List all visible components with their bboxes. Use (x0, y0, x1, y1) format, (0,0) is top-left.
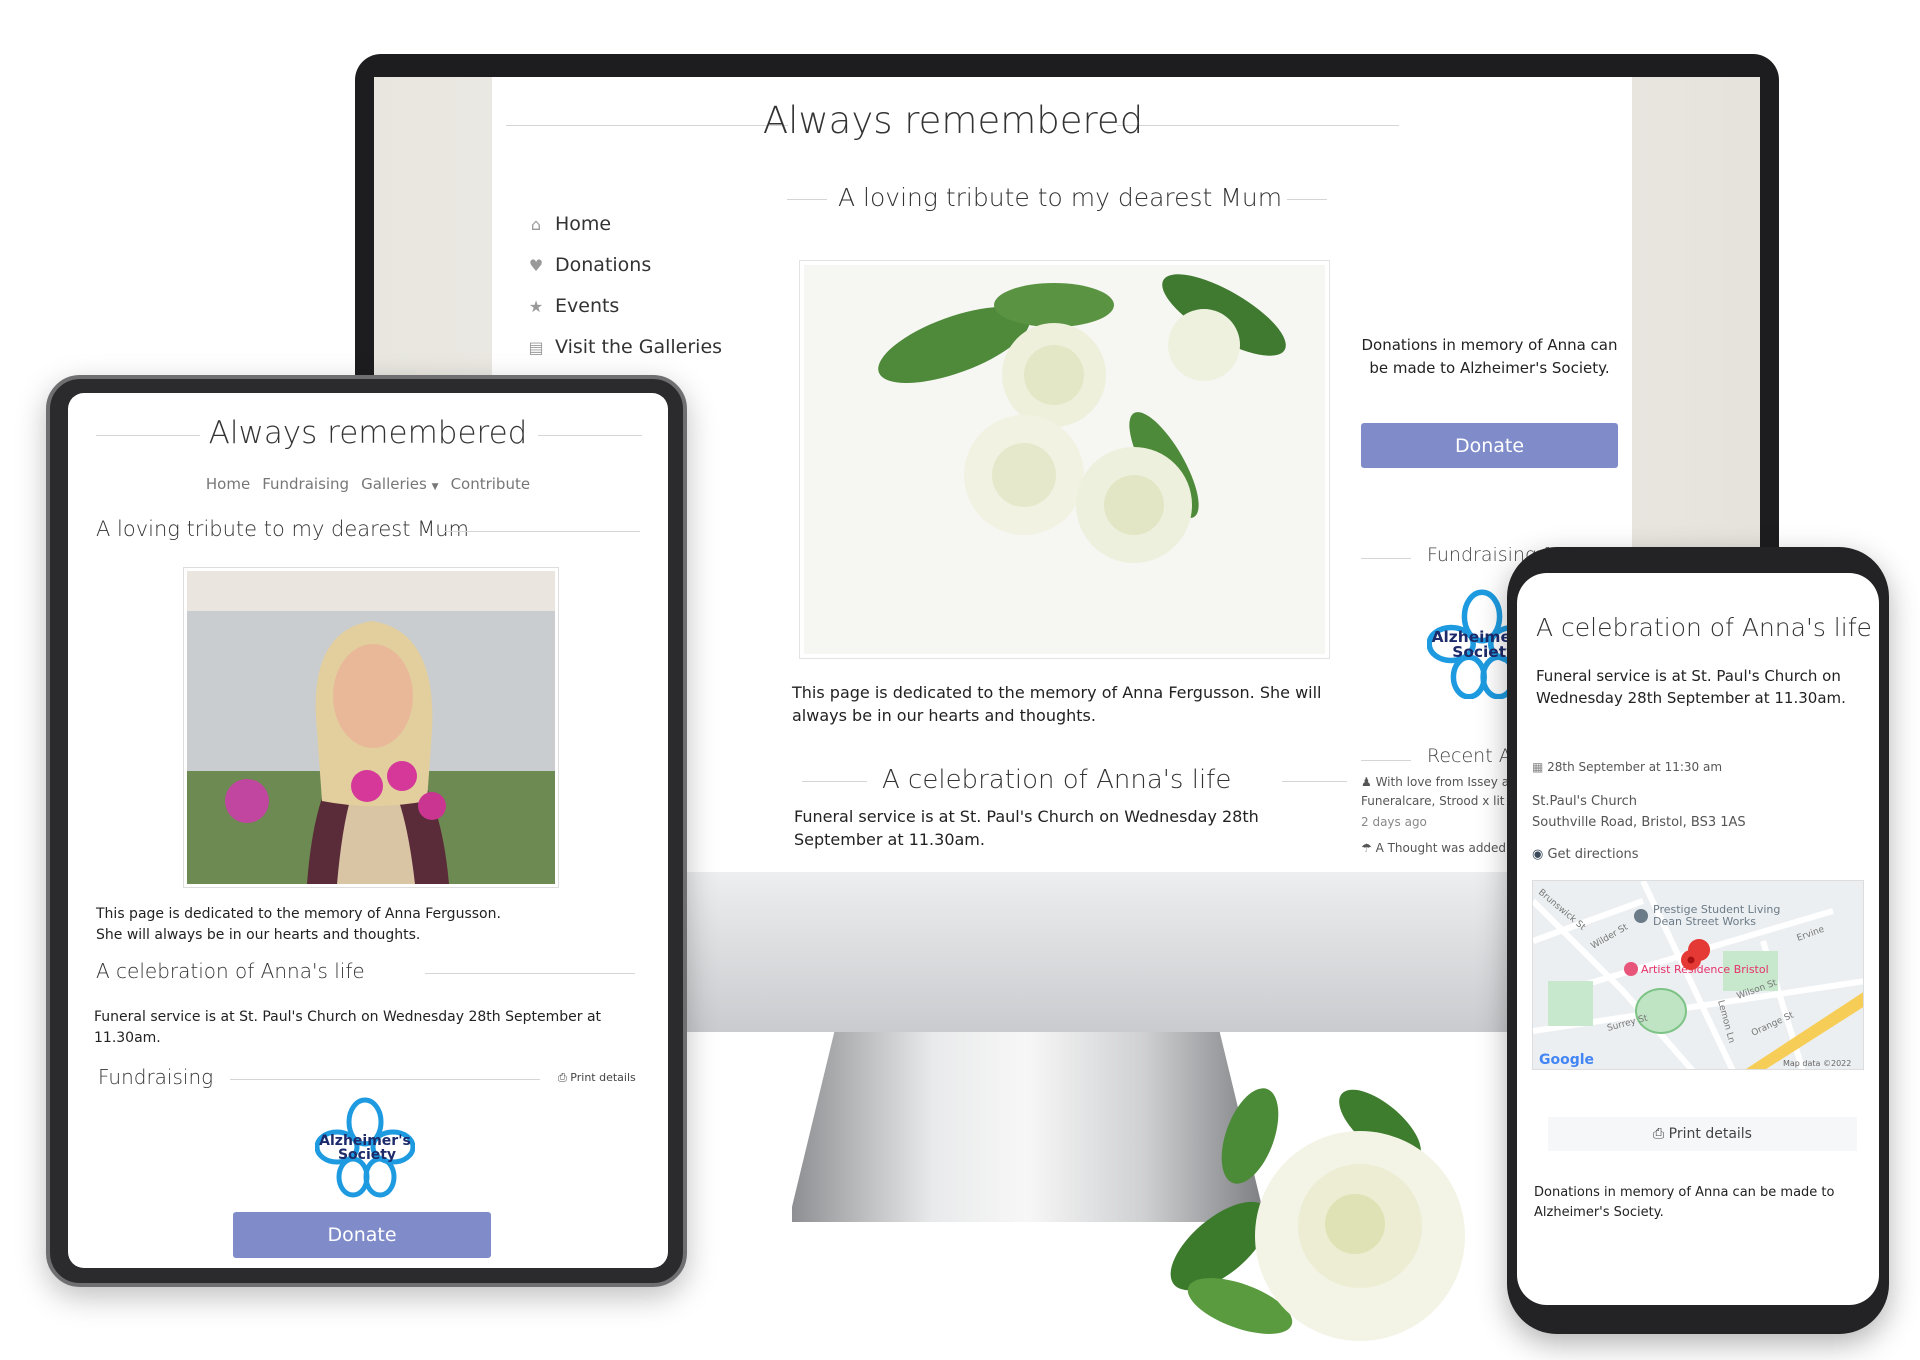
nav-fundraising[interactable]: Fundraising (262, 475, 349, 493)
nav-label: Visit the Galleries (555, 336, 723, 358)
funeral-text: Funeral service is at St. Paul's Church … (1536, 667, 1846, 707)
portrait-photo (183, 567, 559, 888)
nav-contribute[interactable]: Contribute (451, 475, 531, 493)
white-rose-decoration (1150, 1076, 1530, 1360)
dedication-text: This page is dedicated to the memory of … (792, 683, 1322, 725)
fundraising-heading: Fundraising (98, 1065, 214, 1089)
print-label: Print details (570, 1071, 636, 1084)
map-label: Dean Street Works (1653, 915, 1756, 928)
recent-activity-heading: Recent A (1427, 745, 1512, 767)
nav-events[interactable]: ★ Events (527, 295, 620, 317)
dedication-text: This page is dedicated to the memory of … (96, 906, 501, 943)
recent-text: With love from Issey a (1375, 775, 1510, 789)
google-logo: Google (1539, 1052, 1594, 1068)
nav-label: Donations (555, 254, 652, 276)
home-icon: ⌂ (530, 214, 542, 234)
venue-name: St.Paul's Church (1532, 794, 1638, 809)
phone-device: A celebration of Anna's life Funeral ser… (1507, 547, 1889, 1334)
roses-photo (799, 260, 1330, 659)
nav-home[interactable]: ⌂ Home (527, 213, 611, 235)
funeral-text: Funeral service is at St. Paul's Church … (794, 807, 1259, 849)
nav-label: Galleries (361, 475, 427, 493)
donate-button[interactable]: Donate (1361, 423, 1618, 468)
tablet-nav: Home Fundraising Galleries ▼ Contribute (68, 475, 668, 493)
phone-screen: A celebration of Anna's life Funeral ser… (1517, 573, 1879, 1305)
donations-text: Donations in memory of Anna can be made … (1534, 1185, 1835, 1220)
heart-icon: ♥ (528, 255, 544, 275)
person-icon: ♟ (1361, 775, 1376, 789)
nav-galleries[interactable]: ▤ Visit the Galleries (527, 336, 722, 358)
nav-label: Events (555, 295, 620, 317)
venue-address: Southville Road, Bristol, BS3 1AS (1532, 815, 1746, 830)
charity-logo: Alzheimer's Society (314, 1095, 416, 1203)
page-title: Always remembered (762, 99, 1144, 142)
celebration-heading: A celebration of Anna's life (1536, 613, 1872, 642)
gallery-icon: ▤ (528, 337, 544, 357)
caret-down-icon: ▼ (431, 482, 439, 492)
tablet-device: Always remembered Home Fundraising Galle… (46, 375, 687, 1287)
nav-donations[interactable]: ♥ Donations (527, 254, 651, 276)
printer-icon: ⎙ (558, 1071, 571, 1084)
directions-label: Get directions (1547, 847, 1639, 862)
thought-icon: ☂ (1361, 841, 1376, 855)
print-details-button[interactable]: ⎙ Print details (1548, 1117, 1857, 1151)
nav-label: Home (555, 213, 612, 235)
donate-button[interactable]: Donate (233, 1212, 491, 1258)
page-subtitle: A loving tribute to my dearest Mum (838, 183, 1283, 212)
navigation-icon: ◉ (1532, 847, 1548, 862)
tablet-screen: Always remembered Home Fundraising Galle… (68, 393, 668, 1268)
donations-text: Donations in memory of Anna can be made … (1361, 336, 1618, 377)
page-title: Always remembered (208, 415, 528, 451)
svg-text:Society: Society (338, 1147, 396, 1163)
nav-home[interactable]: Home (206, 475, 250, 493)
star-icon: ★ (528, 296, 544, 316)
recent-item[interactable]: ☂ A Thought was added (1361, 839, 1506, 858)
funeral-text: Funeral service is at St. Paul's Church … (94, 1009, 602, 1046)
nav-galleries[interactable]: Galleries ▼ (361, 475, 438, 493)
calendar-icon: ▦ (1532, 760, 1548, 774)
event-date: ▦ 28th September at 11:30 am (1532, 758, 1722, 777)
location-map[interactable]: Prestige Student Living Dean Street Work… (1532, 880, 1864, 1070)
map-attribution: Map data ©2022 (1783, 1059, 1851, 1068)
printer-icon: ⎙ (1653, 1126, 1669, 1142)
page-subtitle: A loving tribute to my dearest Mum (96, 517, 470, 541)
celebration-heading: A celebration of Anna's life (882, 765, 1232, 795)
print-details-button[interactable]: ⎙ Print details (558, 1071, 636, 1085)
print-label: Print details (1668, 1126, 1752, 1142)
map-label: Artist Residence Bristol (1641, 963, 1769, 976)
celebration-heading: A celebration of Anna's life (96, 959, 365, 983)
get-directions-link[interactable]: ◉ Get directions (1532, 845, 1639, 864)
recent-text: A Thought was added (1375, 841, 1507, 855)
date-text: 28th September at 11:30 am (1547, 760, 1723, 774)
